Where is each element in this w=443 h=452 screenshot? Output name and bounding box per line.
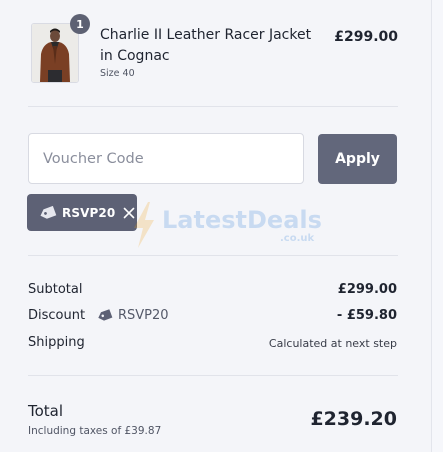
total-value: £239.20 — [310, 408, 397, 430]
discount-label: Discount — [28, 308, 86, 323]
watermark-domain: .co.uk — [280, 233, 315, 244]
product-price: £299.00 — [334, 29, 398, 45]
shipping-row: Shipping Calculated at next step — [28, 335, 397, 355]
shipping-label: Shipping — [28, 335, 85, 350]
shipping-value: Calculated at next step — [268, 337, 397, 350]
line-item: 1 Charlie II Leather Racer Jacket in Cog… — [31, 14, 398, 86]
apply-voucher-button[interactable]: Apply — [318, 134, 397, 184]
divider — [28, 375, 398, 376]
tag-icon — [40, 205, 57, 219]
applied-voucher-code: RSVP20 — [62, 205, 116, 220]
order-summary-panel: 1 Charlie II Leather Racer Jacket in Cog… — [0, 0, 431, 452]
applied-voucher-chip: RSVP20 — [27, 194, 137, 231]
watermark: LatestDeals .co.uk — [130, 200, 322, 250]
discount-value: - £59.80 — [336, 308, 397, 323]
discount-code-label: RSVP20 — [118, 308, 169, 323]
subtotal-value: £299.00 — [337, 282, 397, 297]
product-thumbnail — [31, 23, 79, 83]
divider — [28, 106, 398, 107]
tag-icon — [98, 309, 113, 321]
subtotal-row: Subtotal £299.00 — [28, 282, 397, 302]
watermark-brand: LatestDeals — [162, 206, 322, 234]
close-icon[interactable] — [123, 207, 135, 219]
tax-note: Including taxes of £39.87 — [28, 425, 162, 437]
product-image — [32, 24, 78, 82]
product-variant: Size 40 — [100, 68, 135, 79]
total-label: Total — [28, 402, 64, 420]
voucher-code-input[interactable] — [28, 133, 304, 184]
quantity-badge: 1 — [70, 14, 90, 34]
discount-code: RSVP20 — [97, 308, 169, 323]
panel-edge — [431, 0, 432, 452]
subtotal-label: Subtotal — [28, 282, 83, 297]
discount-row: Discount RSVP20 - £59.80 — [28, 308, 397, 328]
product-name: Charlie II Leather Racer Jacket in Cogna… — [100, 27, 312, 64]
divider — [28, 255, 398, 256]
